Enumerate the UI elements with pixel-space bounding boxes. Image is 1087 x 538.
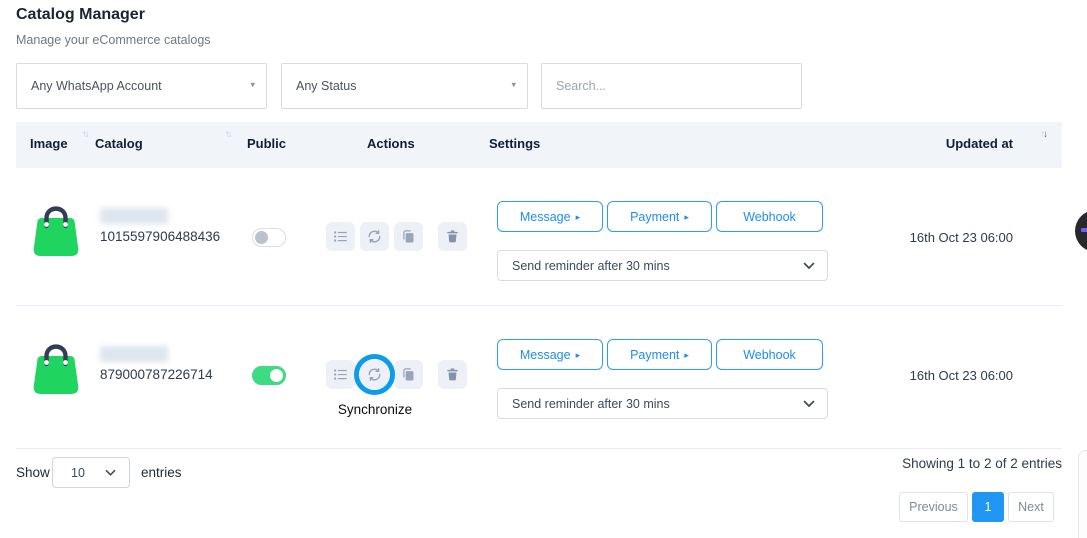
sort-icon-active-desc[interactable]: ↑↓ — [1041, 129, 1047, 140]
webhook-button[interactable]: Webhook — [716, 201, 823, 232]
caret-right-icon: ▸ — [576, 212, 581, 223]
duplicate-button[interactable] — [394, 222, 423, 251]
reminder-select-value: Send reminder after 30 mins — [512, 397, 670, 411]
status-dropdown[interactable]: Any Status ▾ — [281, 63, 528, 109]
payment-button[interactable]: Payment ▸ — [607, 339, 712, 370]
synchronize-button[interactable] — [360, 222, 389, 251]
duplicate-icon — [401, 367, 416, 382]
column-header-actions: Actions — [367, 136, 415, 151]
caret-right-icon: ▸ — [576, 350, 581, 361]
page-1-button[interactable]: 1 — [972, 492, 1004, 522]
toggle-knob — [255, 231, 268, 244]
sort-icon[interactable]: ↑↓ — [82, 129, 88, 140]
duplicate-button[interactable] — [394, 360, 423, 389]
showing-entries-text: Showing 1 to 2 of 2 entries — [800, 456, 1062, 471]
webhook-button[interactable]: Webhook — [716, 339, 823, 370]
search-input[interactable] — [542, 64, 801, 108]
catalog-name-redacted — [100, 208, 168, 224]
synchronize-button-highlighted[interactable] — [360, 360, 389, 389]
synchronize-icon — [367, 229, 382, 244]
show-label: Show — [16, 465, 50, 480]
catalog-bag-icon — [30, 338, 82, 396]
list-products-button[interactable] — [326, 222, 355, 251]
chevron-down-icon — [105, 469, 116, 477]
table-header: Image ↑↓ Catalog ↑↓ Public Actions Setti… — [16, 122, 1062, 168]
dropdown-caret-icon: ▾ — [250, 80, 255, 91]
entries-label: entries — [141, 465, 182, 480]
whatsapp-account-dropdown[interactable]: Any WhatsApp Account ▾ — [16, 63, 267, 109]
synchronize-icon — [367, 367, 382, 382]
payment-button[interactable]: Payment ▸ — [607, 201, 712, 232]
sort-icon[interactable]: ↑↓ — [225, 129, 231, 140]
page-subtitle: Manage your eCommerce catalogs — [16, 33, 211, 47]
column-header-public: Public — [247, 136, 286, 151]
edge-panel-peek — [1078, 450, 1087, 538]
list-icon — [333, 229, 348, 244]
reminder-select[interactable]: Send reminder after 30 mins — [497, 250, 828, 281]
message-button[interactable]: Message ▸ — [497, 201, 603, 232]
delete-button[interactable] — [438, 222, 467, 251]
message-button[interactable]: Message ▸ — [497, 339, 603, 370]
next-page-button[interactable]: Next — [1008, 492, 1054, 522]
list-icon — [333, 367, 348, 382]
public-toggle-on[interactable] — [252, 366, 286, 385]
reminder-select-value: Send reminder after 30 mins — [512, 259, 670, 273]
previous-page-button[interactable]: Previous — [899, 492, 968, 522]
toggle-knob — [270, 369, 283, 382]
trash-icon — [445, 367, 460, 382]
updated-at-value: 16th Oct 23 06:00 — [860, 230, 1013, 245]
updated-at-value: 16th Oct 23 06:00 — [860, 368, 1013, 383]
catalog-id: 879000787226714 — [100, 367, 213, 382]
catalog-bag-icon — [30, 200, 82, 258]
caret-right-icon: ▸ — [684, 212, 689, 223]
catalog-id: 1015597906488436 — [100, 229, 220, 244]
annotation-label: Synchronize — [322, 402, 428, 417]
catalog-manager-page: Catalog Manager Manage your eCommerce ca… — [0, 0, 1087, 538]
page-size-select[interactable]: 10 — [52, 457, 130, 488]
status-dropdown-value: Any Status — [296, 79, 356, 93]
caret-right-icon: ▸ — [684, 350, 689, 361]
duplicate-icon — [401, 229, 416, 244]
table-row: 879000787226714 Synchronize Message ▸ Pa… — [0, 306, 1087, 444]
catalog-name-redacted — [100, 346, 168, 362]
table-bottom-divider — [16, 448, 1062, 449]
column-header-image[interactable]: Image — [30, 136, 68, 151]
page-size-value: 10 — [71, 466, 85, 480]
public-toggle-off[interactable] — [252, 228, 286, 247]
list-products-button[interactable] — [326, 360, 355, 389]
column-header-settings: Settings — [489, 136, 540, 151]
chevron-down-icon — [803, 262, 815, 270]
page-title: Catalog Manager — [16, 6, 145, 24]
trash-icon — [445, 229, 460, 244]
dropdown-caret-icon: ▾ — [511, 80, 516, 91]
column-header-catalog[interactable]: Catalog — [95, 136, 143, 151]
widget-mark-icon — [1081, 228, 1087, 232]
whatsapp-account-dropdown-value: Any WhatsApp Account — [31, 79, 162, 93]
delete-button[interactable] — [438, 360, 467, 389]
column-header-updated-at[interactable]: Updated at — [946, 136, 1013, 151]
reminder-select[interactable]: Send reminder after 30 mins — [497, 388, 828, 419]
chevron-down-icon — [803, 400, 815, 408]
search-field-wrap — [541, 63, 802, 109]
table-row: 1015597906488436 Message ▸ Payment ▸ Web… — [0, 168, 1087, 306]
